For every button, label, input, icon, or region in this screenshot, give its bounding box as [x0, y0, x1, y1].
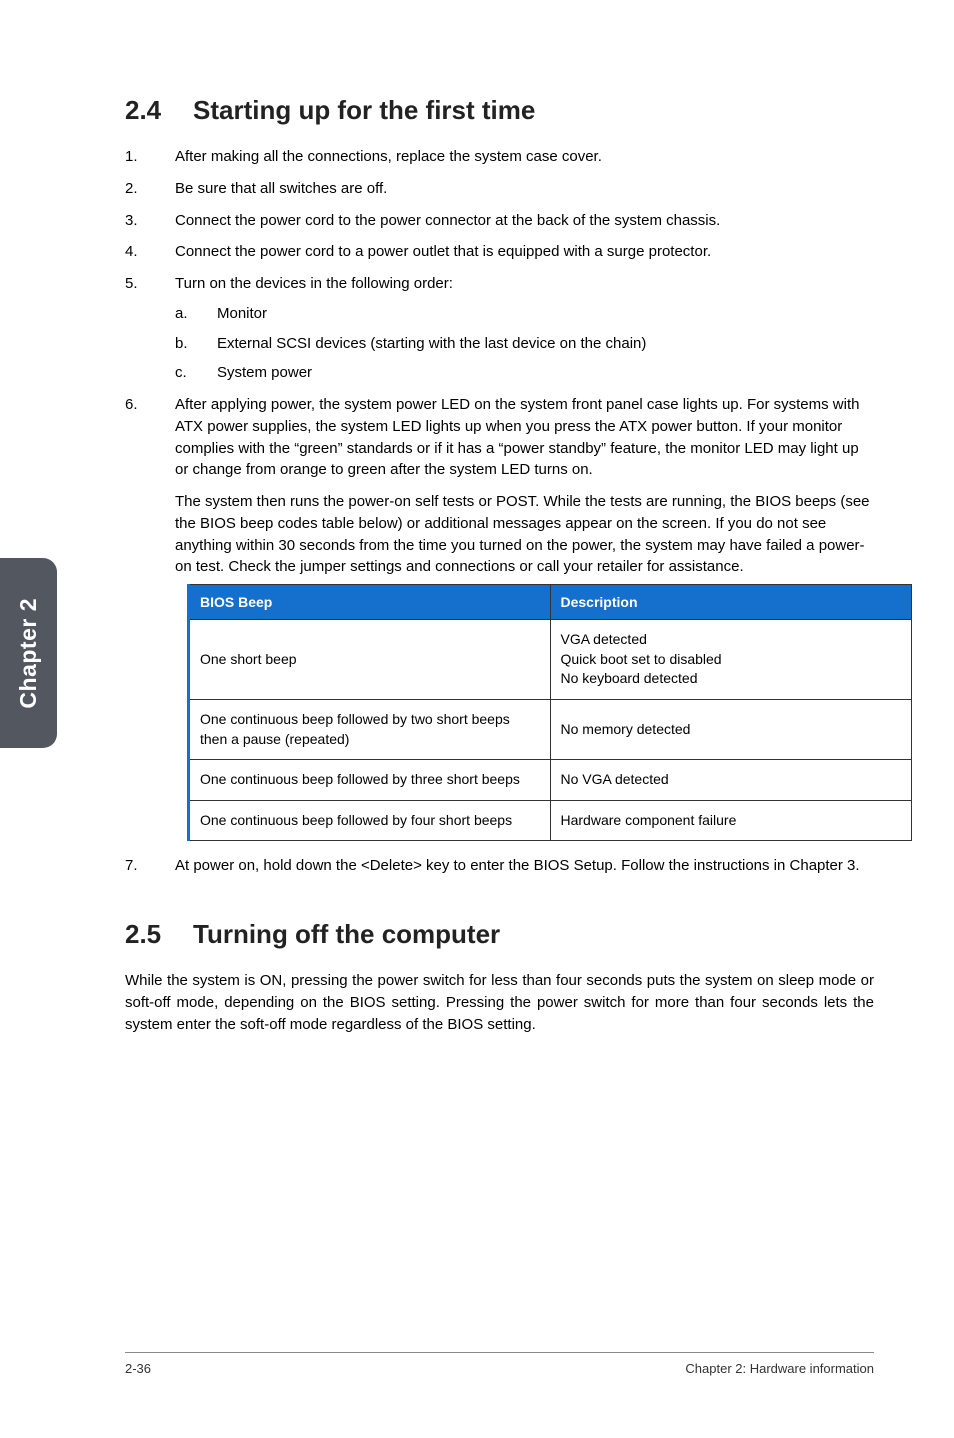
section-2-4-number: 2.4 [125, 95, 193, 126]
table-row: One continuous beep followed by three sh… [189, 760, 912, 801]
step-6-p1: After applying power, the system power L… [175, 396, 859, 478]
page-footer: 2-36 Chapter 2: Hardware information [125, 1352, 874, 1376]
chapter-tab: Chapter 2 [0, 558, 57, 748]
sub-step-b: External SCSI devices (starting with the… [175, 333, 874, 355]
step-6-p2: The system then runs the power-on self t… [175, 491, 874, 578]
step-6: After applying power, the system power L… [125, 394, 874, 841]
chapter-tab-label: Chapter 2 [15, 598, 42, 709]
section-2-4-title: Starting up for the first time [193, 95, 535, 125]
step-3: Connect the power cord to the power conn… [125, 210, 874, 232]
steps-list: After making all the connections, replac… [125, 146, 874, 877]
step-1: After making all the connections, replac… [125, 146, 874, 168]
step-7: At power on, hold down the <Delete> key … [125, 855, 874, 877]
table-header-bios-beep: BIOS Beep [189, 585, 551, 620]
sub-steps-list: Monitor External SCSI devices (starting … [175, 303, 874, 384]
table-cell: No memory detected [550, 700, 912, 760]
section-2-4-heading: 2.4Starting up for the first time [125, 95, 874, 126]
table-row: One continuous beep followed by two shor… [189, 700, 912, 760]
table-cell: No VGA detected [550, 760, 912, 801]
section-2-5-title: Turning off the computer [193, 919, 500, 949]
table-cell: VGA detected Quick boot set to disabled … [550, 620, 912, 700]
step-2: Be sure that all switches are off. [125, 178, 874, 200]
table-cell: One short beep [189, 620, 551, 700]
table-cell: One continuous beep followed by four sho… [189, 800, 551, 841]
section-2-5-body: While the system is ON, pressing the pow… [125, 970, 874, 1035]
step-5-text: Turn on the devices in the following ord… [175, 275, 453, 292]
table-cell: Hardware component failure [550, 800, 912, 841]
page-number: 2-36 [125, 1361, 151, 1376]
table-header-description: Description [550, 585, 912, 620]
chapter-reference: Chapter 2: Hardware information [685, 1361, 874, 1376]
table-row: One short beep VGA detected Quick boot s… [189, 620, 912, 700]
step-5: Turn on the devices in the following ord… [125, 273, 874, 384]
sub-step-a: Monitor [175, 303, 874, 325]
table-cell: One continuous beep followed by two shor… [189, 700, 551, 760]
step-4: Connect the power cord to a power outlet… [125, 241, 874, 263]
table-row: One continuous beep followed by four sho… [189, 800, 912, 841]
sub-step-c: System power [175, 362, 874, 384]
bios-beep-table: BIOS Beep Description One short beep VGA… [187, 584, 912, 841]
table-cell: One continuous beep followed by three sh… [189, 760, 551, 801]
section-2-5-heading: 2.5Turning off the computer [125, 919, 874, 950]
section-2-5-number: 2.5 [125, 919, 193, 950]
